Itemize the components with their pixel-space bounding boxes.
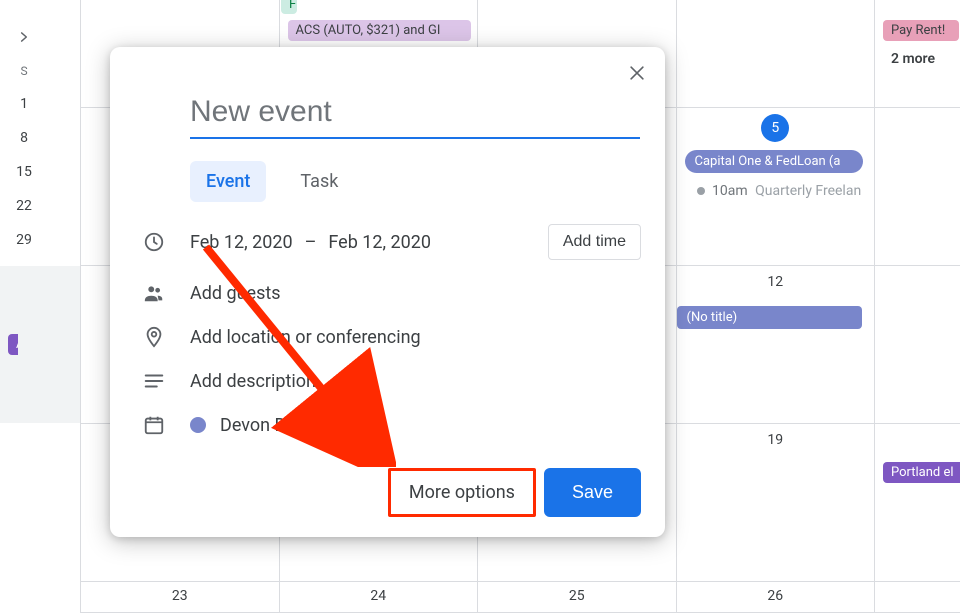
cell-date: 19 bbox=[767, 432, 783, 448]
event-type-tabs: Event Task bbox=[190, 161, 641, 202]
calendar-row: 23 24 25 26 bbox=[80, 582, 960, 613]
calendar-cell[interactable]: Pay Rent! 2 more bbox=[874, 0, 960, 107]
today-date-circle[interactable]: 5 bbox=[761, 114, 789, 142]
calendar-cell[interactable]: 25 bbox=[477, 582, 676, 612]
calendar-cell[interactable]: Au bbox=[0, 266, 80, 423]
add-time-button[interactable]: Add time bbox=[548, 224, 641, 260]
mini-day-letter: S bbox=[20, 64, 27, 78]
calendar-icon bbox=[134, 414, 174, 436]
date-end[interactable]: Feb 12, 2020 bbox=[328, 232, 431, 253]
add-location-label: Add location or conferencing bbox=[190, 327, 641, 348]
add-guests-label: Add guests bbox=[190, 283, 641, 304]
calendar-cell[interactable]: 19 bbox=[676, 424, 875, 581]
modal-footer: More options Save bbox=[134, 468, 641, 517]
cell-date: 12 bbox=[767, 274, 783, 290]
event-title-input[interactable] bbox=[190, 95, 640, 139]
event-dot-icon bbox=[697, 187, 705, 195]
guests-row[interactable]: Add guests bbox=[134, 282, 641, 304]
annotation-highlight: More options bbox=[388, 468, 536, 517]
calendar-color-dot bbox=[190, 417, 206, 433]
calendar-cell[interactable] bbox=[874, 582, 960, 612]
date-row: Feb 12, 2020 – Feb 12, 2020 Add time bbox=[134, 224, 641, 260]
mini-date[interactable]: 22 bbox=[16, 198, 32, 214]
tab-event[interactable]: Event bbox=[190, 161, 266, 202]
close-icon[interactable] bbox=[625, 61, 649, 85]
calendar-cell[interactable]: 12 (No title) bbox=[676, 266, 875, 423]
event-pill[interactable]: (No title) bbox=[677, 306, 862, 329]
calendar-owner: Devon Delfino bbox=[220, 415, 330, 436]
calendar-row[interactable]: Devon Delfino bbox=[134, 414, 641, 436]
location-icon bbox=[134, 326, 174, 348]
calendar-cell[interactable]: 23 bbox=[80, 582, 279, 612]
calendar-cell[interactable]: 5 Capital One & FedLoan (a 10am Quarterl… bbox=[676, 108, 875, 265]
save-button[interactable]: Save bbox=[544, 468, 641, 517]
description-row[interactable]: Add description bbox=[134, 370, 641, 392]
calendar-cell[interactable]: Portland el bbox=[874, 424, 960, 581]
mini-date[interactable]: 29 bbox=[16, 232, 32, 248]
cell-date: 24 bbox=[370, 588, 386, 604]
mini-date[interactable]: 8 bbox=[20, 130, 28, 146]
more-options-button[interactable]: More options bbox=[409, 482, 515, 503]
location-row[interactable]: Add location or conferencing bbox=[134, 326, 641, 348]
description-icon bbox=[134, 370, 174, 392]
event-pill[interactable]: ACS (AUTO, $321) and GI bbox=[288, 20, 468, 41]
people-icon bbox=[134, 282, 174, 304]
tab-task[interactable]: Task bbox=[284, 161, 354, 202]
add-description-label: Add description bbox=[190, 371, 641, 392]
sidebar-expand-icon[interactable] bbox=[17, 30, 31, 44]
event-pill[interactable]: Portland el bbox=[883, 462, 960, 483]
cell-date: 26 bbox=[767, 588, 783, 604]
calendar-cell[interactable] bbox=[874, 266, 960, 423]
event-text[interactable]: 10am Quarterly Freelan bbox=[689, 180, 870, 202]
date-start[interactable]: Feb 12, 2020 bbox=[190, 232, 293, 253]
event-title: Quarterly Freelan bbox=[755, 183, 861, 199]
cell-date: 23 bbox=[172, 588, 188, 604]
more-events[interactable]: 2 more bbox=[883, 48, 943, 70]
event-time: 10am bbox=[712, 183, 748, 199]
cell-date: 25 bbox=[569, 588, 585, 604]
event-pill[interactable]: Pay Rent! bbox=[883, 20, 959, 41]
mini-date[interactable]: 15 bbox=[16, 164, 32, 180]
new-event-modal: Event Task Feb 12, 2020 – Feb 12, 2020 A… bbox=[110, 47, 665, 537]
event-pill[interactable]: Capital One & FedLoan (a bbox=[685, 150, 863, 173]
clock-icon bbox=[134, 231, 174, 253]
calendar-cell[interactable] bbox=[676, 0, 875, 107]
calendar-cell[interactable]: 26 bbox=[676, 582, 875, 612]
event-pill[interactable]: Au bbox=[8, 334, 18, 355]
calendar-cell[interactable] bbox=[874, 108, 960, 265]
date-separator: – bbox=[305, 232, 317, 253]
mini-date[interactable]: 1 bbox=[20, 96, 28, 112]
calendar-cell[interactable]: 24 bbox=[279, 582, 478, 612]
